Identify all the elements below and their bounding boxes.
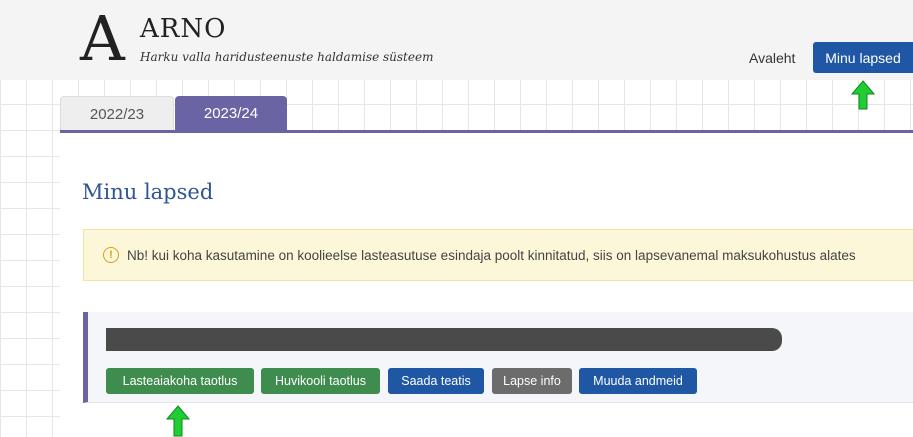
logo-name[interactable]: ARNO (140, 14, 226, 44)
nav-link-home[interactable]: Avaleht (749, 50, 795, 66)
up-arrow-icon (166, 405, 190, 437)
kindergarten-application-button[interactable]: Lasteaiakoha taotlus (106, 368, 254, 394)
up-arrow-icon (851, 80, 875, 110)
page-title: Minu lapsed (82, 180, 214, 204)
tab-2023-24[interactable]: 2023/24 (175, 96, 287, 131)
tab-2022-23[interactable]: 2022/23 (60, 96, 174, 132)
hobby-school-application-button[interactable]: Huvikooli taotlus (261, 368, 380, 394)
notice-alert: ! Nb! kui koha kasutamine on koolieelse … (83, 229, 913, 281)
logo-letter[interactable]: A (80, 4, 125, 74)
child-info-button[interactable]: Lapse info (492, 368, 572, 394)
header-bar: A ARNO Harku valla haridusteenuste halda… (0, 0, 913, 80)
send-notice-button[interactable]: Saada teatis (388, 368, 484, 394)
redacted-child-name (106, 328, 782, 351)
notice-text: Nb! kui koha kasutamine on koolieelse la… (127, 247, 856, 263)
exclamation-circle-icon: ! (103, 247, 119, 263)
nav-link-my-children[interactable]: Minu lapsed (813, 42, 913, 73)
edit-data-button[interactable]: Muuda andmeid (579, 368, 697, 394)
logo-subtitle: Harku valla haridusteenuste haldamise sü… (140, 50, 434, 64)
